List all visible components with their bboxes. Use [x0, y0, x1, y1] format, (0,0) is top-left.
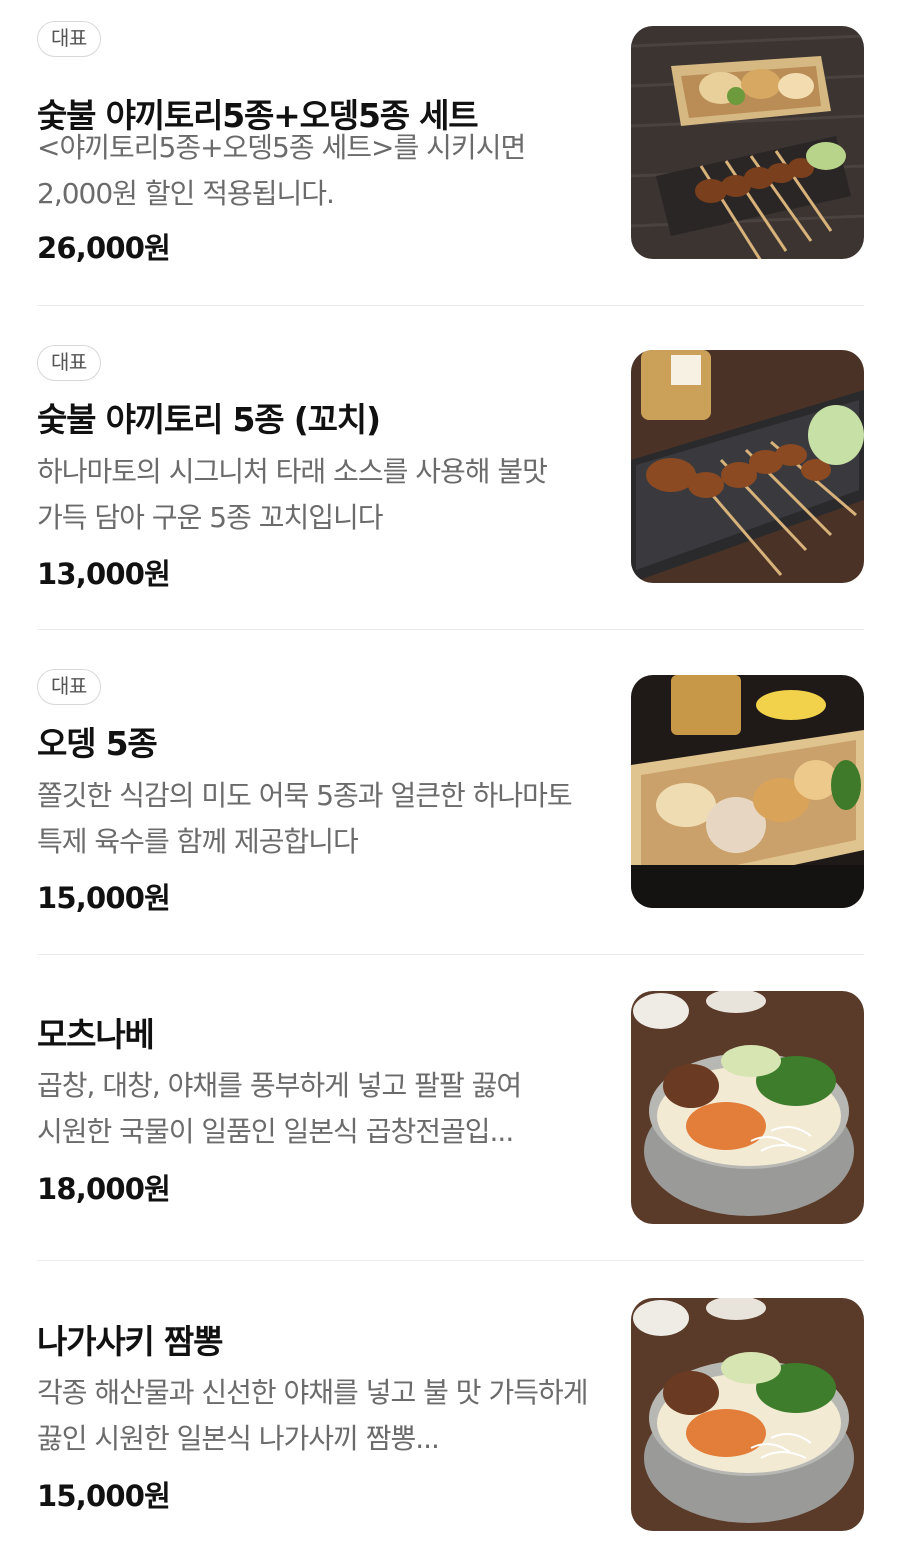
menu-item-photo — [631, 26, 864, 259]
menu-item-price: 15,000원 — [37, 881, 171, 915]
menu-item-photo — [631, 675, 864, 908]
menu-item-description: 하나마토의 시그니처 타래 소스를 사용해 불맛 가득 담아 구운 5종 꼬치입… — [37, 455, 548, 534]
yakitori-skewers-photo — [631, 350, 864, 583]
menu-item[interactable]: 대표 오뎅 5종 쫄깃한 식감의 미도 어묵 5종과 얼큰한 하나마토 특제 육… — [37, 669, 864, 915]
menu-item-description: 곱창, 대창, 야채를 풍부하게 넣고 팔팔 끓여 시원한 국물이 일품인 일본… — [37, 1069, 522, 1148]
menu-item-description: 쫄깃한 식감의 미도 어묵 5종과 얼큰한 하나마토 특제 육수를 함께 제공합… — [37, 779, 573, 858]
menu-item-name: 모츠나베 — [37, 1015, 155, 1054]
menu-item-name: 오뎅 5종 — [37, 724, 158, 763]
divider — [37, 1260, 864, 1261]
menu-item[interactable]: 대표 숯불 야끼토리 5종 (꼬치) 하나마토의 시그니처 타래 소스를 사용해… — [37, 345, 864, 591]
menu-item-name: 숯불 야끼토리 5종 (꼬치) — [37, 400, 381, 439]
oden-box-photo — [631, 675, 864, 908]
divider — [37, 954, 864, 955]
menu-item-name: 나가사키 짬뽕 — [37, 1322, 223, 1361]
divider — [37, 629, 864, 630]
menu-item-photo — [631, 350, 864, 583]
menu-item-description: 각종 해산물과 신선한 야채를 넣고 불 맛 가득하게 끓인 시원한 일본식 나… — [37, 1376, 589, 1455]
menu-item-price: 13,000원 — [37, 557, 171, 591]
menu-item-price: 15,000원 — [37, 1479, 171, 1513]
menu-item-price: 26,000원 — [37, 231, 171, 265]
menu-item-photo — [631, 1298, 864, 1531]
divider — [37, 305, 864, 306]
hotpot-photo — [631, 991, 864, 1224]
yakitori-oden-set-photo — [631, 26, 864, 259]
signature-badge: 대표 — [37, 345, 101, 381]
signature-badge: 대표 — [37, 21, 101, 57]
menu-item[interactable]: 모츠나베 곱창, 대창, 야채를 풍부하게 넣고 팔팔 끓여 시원한 국물이 일… — [37, 991, 864, 1224]
signature-badge: 대표 — [37, 669, 101, 705]
menu-item-description: <야끼토리5종+오뎅5종 세트>를 시키시면 2,000원 할인 적용됩니다. — [37, 131, 526, 210]
menu-item-photo — [631, 991, 864, 1224]
menu-item[interactable]: 대표 숯불 야끼토리5종+오뎅5종 세트 <야끼토리5종+오뎅5종 세트>를 시… — [37, 21, 864, 265]
hotpot-photo — [631, 1298, 864, 1531]
menu-item[interactable]: 나가사키 짬뽕 각종 해산물과 신선한 야채를 넣고 불 맛 가득하게 끓인 시… — [37, 1298, 864, 1531]
menu-item-price: 18,000원 — [37, 1172, 171, 1206]
